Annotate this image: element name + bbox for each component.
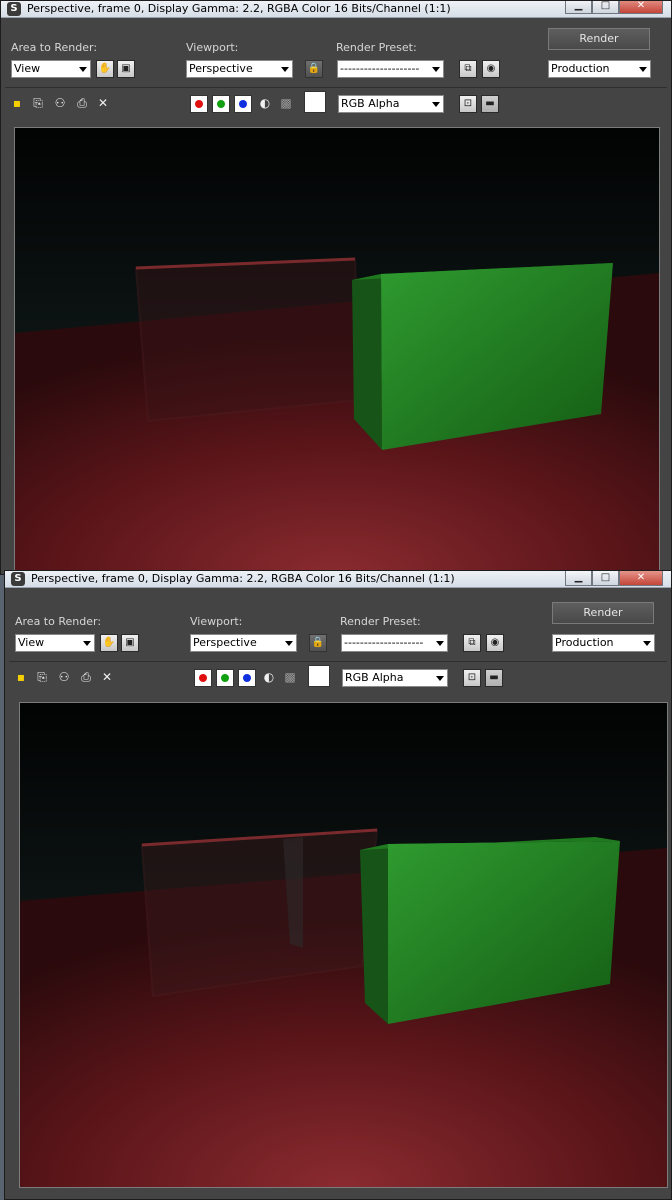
rendered-image [19, 702, 668, 1188]
render-preset-dropdown[interactable]: -------------------- [337, 60, 444, 78]
render-button[interactable]: Render [548, 28, 650, 50]
toolbar-divider [9, 661, 667, 662]
window-title: Perspective, frame 0, Display Gamma: 2.2… [27, 2, 451, 15]
render-setup-button[interactable]: ⧉ [463, 634, 481, 652]
green-channel-toggle[interactable] [212, 95, 230, 113]
frame-window-icon[interactable]: ⊡ [463, 669, 481, 687]
green-channel-toggle[interactable] [216, 669, 234, 687]
maximize-button[interactable]: □ [592, 571, 619, 586]
area-to-render-dropdown[interactable]: View [11, 60, 91, 78]
green-channel-icon [221, 674, 229, 682]
rendered-scene [15, 128, 659, 574]
toolbar-divider [5, 87, 667, 88]
lock-button[interactable]: 🔒 [305, 60, 323, 78]
clear-icon[interactable]: ✕ [99, 668, 115, 686]
chevron-down-icon [281, 67, 289, 72]
color-swatch[interactable] [308, 665, 330, 687]
blue-channel-toggle[interactable] [234, 95, 252, 113]
window-title: Perspective, frame 0, Display Gamma: 2.2… [31, 572, 455, 585]
auto-region-button[interactable]: ▣ [121, 634, 139, 652]
render-frame-window-2: S Perspective, frame 0, Display Gamma: 2… [4, 570, 672, 1200]
area-to-render-label: Area to Render: [15, 615, 102, 628]
frame-window-icon[interactable]: ⊡ [459, 95, 477, 113]
lock-button[interactable]: 🔒 [309, 634, 327, 652]
clone-window-icon[interactable]: ⚇ [56, 668, 72, 686]
viewport-label: Viewport: [190, 615, 243, 628]
display-toggle-icon[interactable]: ▬ [481, 95, 499, 113]
maximize-button[interactable]: □ [592, 1, 619, 14]
rendered-image [14, 127, 660, 574]
viewport-label: Viewport: [186, 41, 239, 54]
chevron-down-icon [432, 67, 440, 72]
render-preset-dropdown[interactable]: -------------------- [341, 634, 448, 652]
save-icon[interactable]: ▪ [13, 668, 29, 686]
app-icon[interactable]: S [7, 2, 21, 16]
render-setup-button[interactable]: ⧉ [459, 60, 477, 78]
red-channel-toggle[interactable] [194, 669, 212, 687]
area-to-render-dropdown[interactable]: View [15, 634, 95, 652]
chevron-down-icon [436, 641, 444, 646]
auto-region-button[interactable]: ▣ [117, 60, 135, 78]
edit-region-button[interactable]: ✋ [100, 634, 118, 652]
minimize-button[interactable]: ▁ [565, 571, 592, 586]
environment-effects-button[interactable]: ◉ [486, 634, 504, 652]
print-icon[interactable]: ⎙ [74, 94, 90, 112]
render-preset-label: Render Preset: [340, 615, 421, 628]
save-icon[interactable]: ▪ [9, 94, 25, 112]
clone-window-icon[interactable]: ⚇ [52, 94, 68, 112]
chevron-down-icon [436, 676, 444, 681]
viewport-dropdown[interactable]: Perspective [186, 60, 293, 78]
alpha-icon[interactable]: ▩ [278, 94, 294, 112]
chevron-down-icon [432, 102, 440, 107]
edit-region-button[interactable]: ✋ [96, 60, 114, 78]
blue-channel-toggle[interactable] [238, 669, 256, 687]
chevron-down-icon [285, 641, 293, 646]
red-channel-icon [199, 674, 207, 682]
render-button[interactable]: Render [552, 602, 654, 624]
red-channel-toggle[interactable] [190, 95, 208, 113]
viewport-dropdown[interactable]: Perspective [190, 634, 297, 652]
copy-icon[interactable]: ⎘ [34, 668, 50, 686]
app-icon[interactable]: S [11, 572, 25, 586]
green-channel-icon [217, 100, 225, 108]
area-to-render-label: Area to Render: [11, 41, 98, 54]
channel-display-dropdown[interactable]: RGB Alpha [338, 95, 444, 113]
chevron-down-icon [643, 641, 651, 646]
display-toggle-icon[interactable]: ▬ [485, 669, 503, 687]
minimize-button[interactable]: ▁ [565, 1, 592, 14]
render-preset-label: Render Preset: [336, 41, 417, 54]
rendered-scene [20, 703, 667, 1187]
red-channel-icon [195, 100, 203, 108]
copy-icon[interactable]: ⎘ [30, 94, 46, 112]
blue-channel-icon [243, 674, 251, 682]
monochrome-icon[interactable]: ◐ [261, 668, 277, 686]
channel-display-dropdown[interactable]: RGB Alpha [342, 669, 448, 687]
print-icon[interactable]: ⎙ [78, 668, 94, 686]
render-frame-window-1: S Perspective, frame 0, Display Gamma: 2… [0, 0, 672, 575]
chevron-down-icon [83, 641, 91, 646]
close-button[interactable]: ✕ [619, 571, 663, 586]
chevron-down-icon [79, 67, 87, 72]
production-dropdown[interactable]: Production [548, 60, 651, 78]
color-swatch[interactable] [304, 91, 326, 113]
close-button[interactable]: ✕ [619, 1, 663, 14]
alpha-icon[interactable]: ▩ [282, 668, 298, 686]
clear-icon[interactable]: ✕ [95, 94, 111, 112]
monochrome-icon[interactable]: ◐ [257, 94, 273, 112]
environment-effects-button[interactable]: ◉ [482, 60, 500, 78]
production-dropdown[interactable]: Production [552, 634, 655, 652]
chevron-down-icon [639, 67, 647, 72]
blue-channel-icon [239, 100, 247, 108]
